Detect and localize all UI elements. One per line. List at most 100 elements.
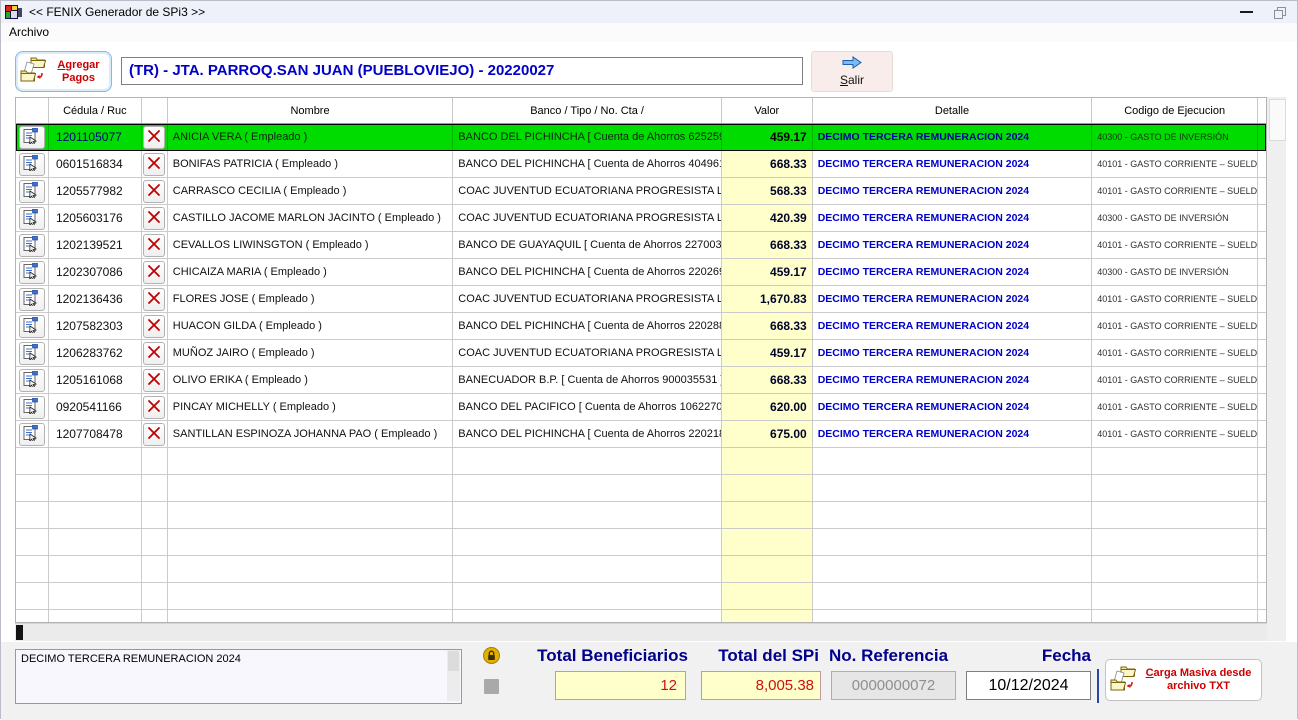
edit-row-button[interactable] <box>19 153 45 176</box>
stub-cell <box>1258 556 1266 583</box>
edit-row-button[interactable] <box>19 315 45 338</box>
valor-cell: 668.33 <box>722 367 813 394</box>
vertical-scrollbar[interactable] <box>1267 97 1286 641</box>
header-codigo[interactable]: Codigo de Ejecucion <box>1092 98 1258 123</box>
delete-cell <box>142 340 168 367</box>
delete-row-button[interactable] <box>143 369 165 392</box>
edit-cell <box>16 448 49 475</box>
table-row[interactable]: 0601516834BONIFAS PATRICIA ( Empleado )B… <box>16 151 1266 178</box>
delete-row-button[interactable] <box>143 288 165 311</box>
total-spi-field: 8,005.38 <box>701 671 821 700</box>
table-row[interactable]: 1202139521CEVALLOS LIWINSGTON ( Empleado… <box>16 232 1266 259</box>
edit-cell <box>16 502 49 529</box>
header-banco[interactable]: Banco / Tipo / No. Cta / <box>453 98 722 123</box>
restore-button[interactable] <box>1265 1 1295 23</box>
table-row[interactable]: 1205161068OLIVO ERIKA ( Empleado )BANECU… <box>16 367 1266 394</box>
cedula-cell: 1205161068 <box>49 367 142 394</box>
detalle-cell: DECIMO TERCERA REMUNERACION 2024 <box>813 367 1093 394</box>
header-detalle[interactable]: Detalle <box>813 98 1093 123</box>
delete-row-button[interactable] <box>143 207 165 230</box>
vertical-scrollbar-thumb[interactable] <box>1269 99 1286 141</box>
delete-row-button[interactable] <box>143 396 165 419</box>
valor-cell: 568.33 <box>722 178 813 205</box>
table-row[interactable]: 1207708478SANTILLAN ESPINOZA JOHANNA PAO… <box>16 421 1266 448</box>
agregar-pagos-button[interactable]: Agregar Pagos <box>15 51 112 92</box>
empty-table-row <box>16 475 1266 502</box>
edit-row-button[interactable] <box>19 369 45 392</box>
empty-table-row <box>16 502 1266 529</box>
stub-cell <box>1258 367 1266 394</box>
edit-row-button[interactable] <box>19 396 45 419</box>
table-row[interactable]: 1207582303HUACON GILDA ( Empleado )BANCO… <box>16 313 1266 340</box>
salir-label: Salir <box>840 73 864 87</box>
banco-cell: BANCO DEL PACIFICO [ Cuenta de Ahorros 1… <box>453 394 722 421</box>
nombre-cell: CEVALLOS LIWINSGTON ( Empleado ) <box>168 232 454 259</box>
table-row[interactable]: 1205577982CARRASCO CECILIA ( Empleado )C… <box>16 178 1266 205</box>
salir-button[interactable]: Salir <box>811 51 893 92</box>
app-icon <box>5 4 23 20</box>
delete-row-button[interactable] <box>143 180 165 203</box>
detalle-cell: DECIMO TERCERA REMUNERACION 2024 <box>813 178 1093 205</box>
edit-cell <box>16 313 49 340</box>
title-bar: << FENIX Generador de SPi3 >> <box>1 1 1297 23</box>
delete-row-button[interactable] <box>143 342 165 365</box>
delete-row-button[interactable] <box>143 153 165 176</box>
delete-row-button[interactable] <box>143 126 165 149</box>
nombre-cell: ANICIA VERA ( Empleado ) <box>168 124 454 151</box>
window-title: << FENIX Generador de SPi3 >> <box>29 5 205 19</box>
horizontal-scrollbar[interactable] <box>15 623 1267 641</box>
nombre-cell: MUÑOZ JAIRO ( Empleado ) <box>168 340 454 367</box>
delete-row-button[interactable] <box>143 423 165 446</box>
edit-row-button[interactable] <box>19 342 45 365</box>
stub-cell <box>1258 610 1266 623</box>
banco-cell: BANCO DEL PICHINCHA [ Cuenta de Ahorros … <box>453 259 722 286</box>
red-x-icon <box>147 345 161 362</box>
fecha-field[interactable]: 10/12/2024 <box>966 671 1091 700</box>
edit-row-button[interactable] <box>19 234 45 257</box>
nombre-cell <box>168 610 454 623</box>
minimize-button[interactable] <box>1231 1 1261 23</box>
referencia-label: No. Referencia <box>829 646 959 666</box>
banco-cell: BANCO DEL PICHINCHA [ Cuenta de Ahorros … <box>453 313 722 340</box>
edit-row-button[interactable] <box>19 288 45 311</box>
edit-row-button[interactable] <box>19 126 45 149</box>
nombre-cell <box>168 502 454 529</box>
notes-textarea[interactable]: DECIMO TERCERA REMUNERACION 2024 <box>15 649 462 704</box>
cedula-cell <box>49 475 142 502</box>
cedula-cell <box>49 448 142 475</box>
table-row[interactable]: 0920541166PINCAY MICHELLY ( Empleado )BA… <box>16 394 1266 421</box>
detalle-cell <box>813 475 1093 502</box>
edit-form-icon <box>23 182 40 201</box>
table-row[interactable]: 1202136436FLORES JOSE ( Empleado )COAC J… <box>16 286 1266 313</box>
edit-row-button[interactable] <box>19 207 45 230</box>
carga-masiva-button[interactable]: Carga Masiva desde archivo TXT <box>1105 659 1262 701</box>
delete-row-button[interactable] <box>143 315 165 338</box>
delete-row-button[interactable] <box>143 234 165 257</box>
red-x-icon <box>147 237 161 254</box>
table-row[interactable]: 1201105077ANICIA VERA ( Empleado )BANCO … <box>16 124 1266 151</box>
delete-row-button[interactable] <box>143 261 165 284</box>
table-row[interactable]: 1202307086CHICAIZA MARIA ( Empleado )BAN… <box>16 259 1266 286</box>
delete-cell <box>142 178 168 205</box>
edit-row-button[interactable] <box>19 180 45 203</box>
table-row[interactable]: 1205603176CASTILLO JACOME MARLON JACINTO… <box>16 205 1266 232</box>
header-nombre[interactable]: Nombre <box>168 98 454 123</box>
cedula-cell: 1207582303 <box>49 313 142 340</box>
table-row[interactable]: 1206283762MUÑOZ JAIRO ( Empleado )COAC J… <box>16 340 1266 367</box>
carga-masiva-label: Carga Masiva desde archivo TXT <box>1139 667 1258 693</box>
header-valor[interactable]: Valor <box>722 98 813 123</box>
detalle-cell <box>813 556 1093 583</box>
edit-row-button[interactable] <box>19 423 45 446</box>
delete-cell <box>142 367 168 394</box>
nombre-cell: SANTILLAN ESPINOZA JOHANNA PAO ( Emplead… <box>168 421 454 448</box>
horizontal-scrollbar-thumb[interactable] <box>16 625 23 640</box>
header-cedula[interactable]: Cédula / Ruc <box>49 98 142 123</box>
gray-toggle-button[interactable] <box>484 679 499 694</box>
edit-cell <box>16 529 49 556</box>
notes-scrollbar[interactable] <box>447 650 460 701</box>
valor-cell <box>722 583 813 610</box>
banco-cell <box>453 448 722 475</box>
menu-archivo[interactable]: Archivo <box>9 25 49 39</box>
edit-row-button[interactable] <box>19 261 45 284</box>
codigo-cell <box>1092 448 1258 475</box>
